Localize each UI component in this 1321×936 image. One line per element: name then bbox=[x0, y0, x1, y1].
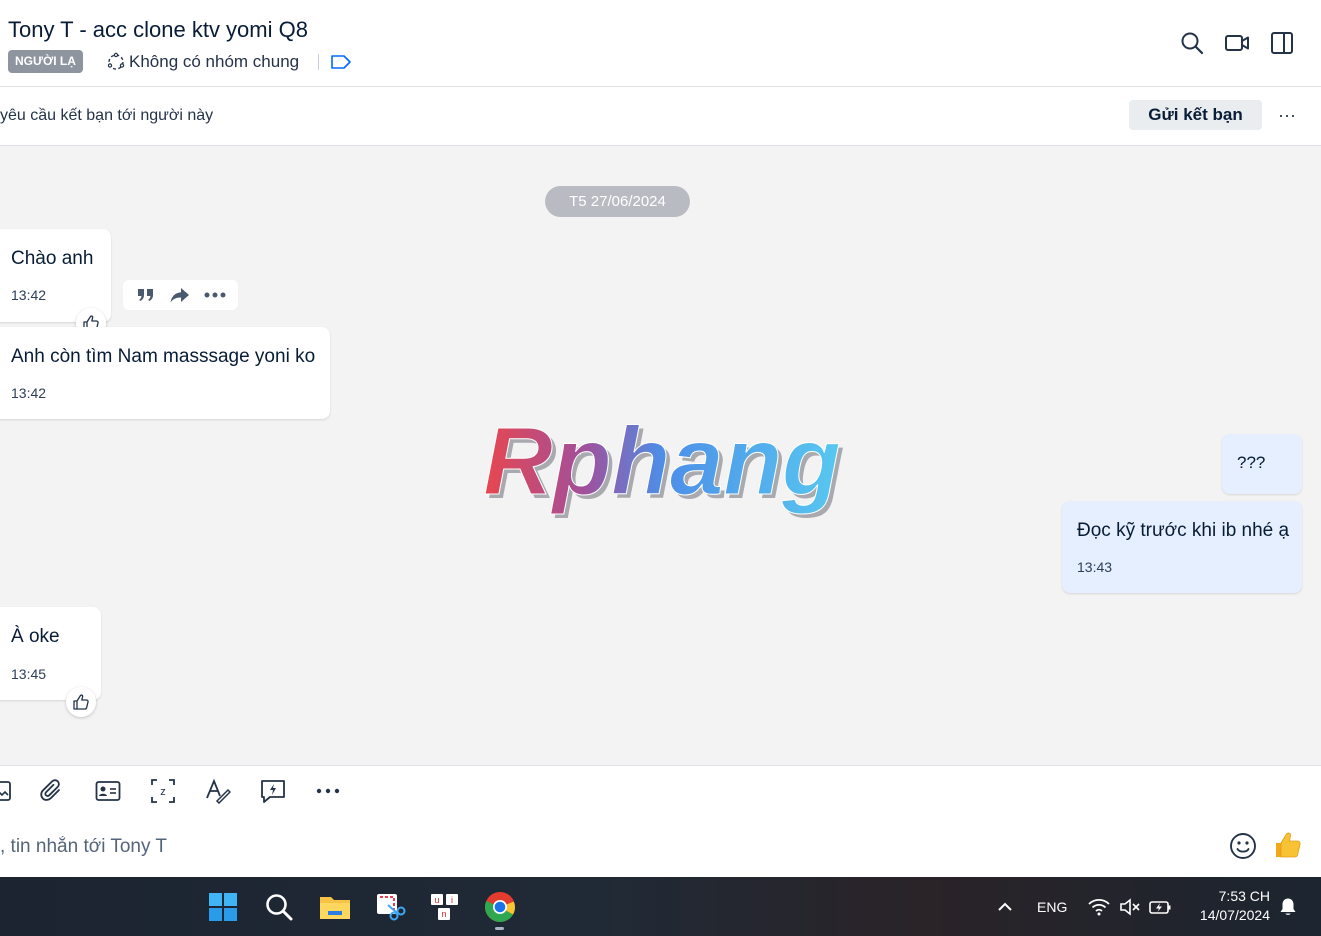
text-format-icon[interactable] bbox=[204, 778, 232, 804]
common-groups-label: Không có nhóm chung bbox=[129, 52, 300, 71]
contact-card-icon[interactable] bbox=[94, 778, 122, 804]
snipping-tool-icon[interactable] bbox=[373, 890, 407, 924]
svg-text:i: i bbox=[451, 895, 453, 905]
label-tag-icon[interactable] bbox=[330, 54, 352, 70]
more-tools-icon[interactable] bbox=[314, 778, 342, 804]
svg-text:Rphang: Rphang bbox=[483, 412, 840, 515]
friend-request-bar: yêu cầu kết bạn tới người này Gửi kết bạ… bbox=[0, 87, 1321, 146]
svg-text:n: n bbox=[441, 909, 446, 919]
common-groups[interactable]: Không có nhóm chung bbox=[106, 50, 299, 74]
chat-header: Tony T - acc clone ktv yomi Q8 NGƯỜI LẠ … bbox=[0, 0, 1321, 87]
message-composer bbox=[0, 816, 1321, 877]
my-message-bubble[interactable]: Đọc kỹ trước khi ib nhé ạ 13:43 bbox=[1062, 501, 1302, 593]
date-separator: T5 27/06/2024 bbox=[545, 186, 690, 217]
system-clock[interactable]: 7:53 CH 14/07/2024 bbox=[1180, 887, 1270, 925]
composer-toolbar: z bbox=[0, 765, 1321, 817]
clock-date: 14/07/2024 bbox=[1199, 907, 1270, 923]
quick-message-icon[interactable] bbox=[259, 778, 287, 804]
battery-charging-icon[interactable] bbox=[1146, 890, 1174, 924]
more-actions-icon[interactable] bbox=[202, 282, 228, 308]
message-text: ??? bbox=[1237, 453, 1266, 472]
screenshot-icon[interactable]: z bbox=[149, 778, 177, 804]
image-icon[interactable] bbox=[0, 778, 14, 804]
message-input[interactable] bbox=[0, 830, 1200, 864]
tray-chevron-up-icon[interactable] bbox=[990, 890, 1020, 924]
svg-text:u: u bbox=[434, 895, 439, 905]
message-bubble[interactable]: À oke 13:45 bbox=[0, 607, 101, 700]
header-divider bbox=[318, 54, 319, 70]
notification-bell-icon[interactable] bbox=[1274, 890, 1302, 924]
message-time: 13:45 bbox=[11, 666, 47, 682]
message-text: Chào anh bbox=[11, 248, 94, 269]
video-call-icon[interactable] bbox=[1222, 28, 1252, 58]
chrome-icon[interactable] bbox=[483, 890, 517, 924]
attachment-icon[interactable] bbox=[38, 778, 66, 804]
clock-time: 7:53 CH bbox=[1218, 888, 1270, 904]
sidebar-toggle-icon[interactable] bbox=[1267, 28, 1297, 58]
message-hover-actions bbox=[123, 280, 238, 310]
more-options-button[interactable]: ··· bbox=[1276, 100, 1298, 130]
watermark-logo: Rphang Rphang bbox=[483, 412, 845, 519]
active-app-indicator bbox=[495, 927, 504, 930]
message-bubble[interactable]: Anh còn tìm Nam masssage yoni ko 13:42 bbox=[0, 327, 330, 419]
quick-like-icon[interactable] bbox=[1273, 830, 1303, 860]
taskbar-search-icon[interactable] bbox=[262, 890, 296, 924]
message-time: 13:42 bbox=[11, 385, 47, 401]
windows-start-icon[interactable] bbox=[206, 890, 240, 924]
file-explorer-icon[interactable] bbox=[318, 890, 352, 924]
unikey-icon[interactable]: u in bbox=[428, 890, 462, 924]
message-text: Anh còn tìm Nam masssage yoni ko bbox=[11, 346, 316, 367]
volume-muted-icon[interactable] bbox=[1116, 890, 1144, 924]
message-text: À oke bbox=[11, 626, 60, 647]
thumbs-up-icon bbox=[73, 694, 89, 710]
input-language[interactable]: ENG bbox=[1037, 899, 1067, 915]
search-icon[interactable] bbox=[1177, 28, 1207, 58]
forward-icon[interactable] bbox=[167, 282, 193, 308]
friend-request-text: yêu cầu kết bạn tới người này bbox=[0, 107, 214, 124]
emoji-icon[interactable] bbox=[1228, 831, 1258, 861]
groups-icon bbox=[106, 52, 126, 72]
svg-text:z: z bbox=[160, 786, 166, 798]
send-friend-request-button[interactable]: Gửi kết bạn bbox=[1129, 100, 1262, 130]
wifi-icon[interactable] bbox=[1085, 890, 1113, 924]
chat-title[interactable]: Tony T - acc clone ktv yomi Q8 bbox=[8, 17, 308, 43]
my-message-bubble[interactable]: ??? bbox=[1222, 434, 1302, 494]
reaction-like-button[interactable] bbox=[66, 687, 96, 717]
windows-taskbar: u in ENG 7:53 CH 14/07/2024 bbox=[0, 877, 1321, 936]
stranger-badge: NGƯỜI LẠ bbox=[8, 50, 83, 73]
message-time: 13:43 bbox=[1077, 559, 1113, 575]
message-time: 13:42 bbox=[11, 287, 47, 303]
message-text: Đọc kỹ trước khi ib nhé ạ bbox=[1077, 520, 1290, 541]
quote-icon[interactable] bbox=[133, 282, 159, 308]
